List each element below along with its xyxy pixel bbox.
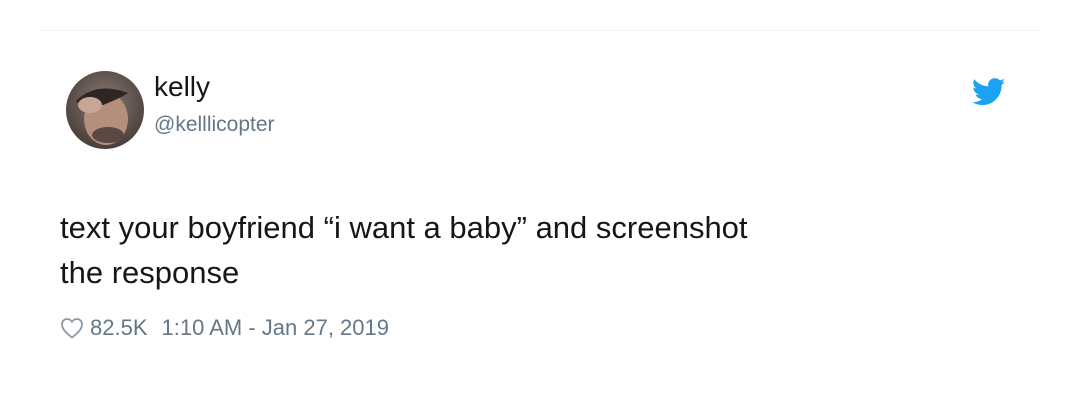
tweet-meta: 82.5K 1:10 AM - Jan 27, 2019 [60,313,389,343]
user-handle[interactable]: @kelllicopter [154,112,275,138]
avatar[interactable] [66,71,144,149]
heart-outline-icon[interactable] [60,317,84,339]
tweet-text: text your boyfriend “i want a baby” and … [60,210,748,290]
display-name[interactable]: kelly [154,70,210,104]
tweet-card: kelly @kelllicopter text your boyfriend … [0,0,1080,408]
like-count[interactable]: 82.5K [90,315,148,341]
top-divider [40,30,1040,31]
twitter-bird-icon[interactable] [971,78,1006,106]
timestamp[interactable]: 1:10 AM - Jan 27, 2019 [162,315,390,341]
